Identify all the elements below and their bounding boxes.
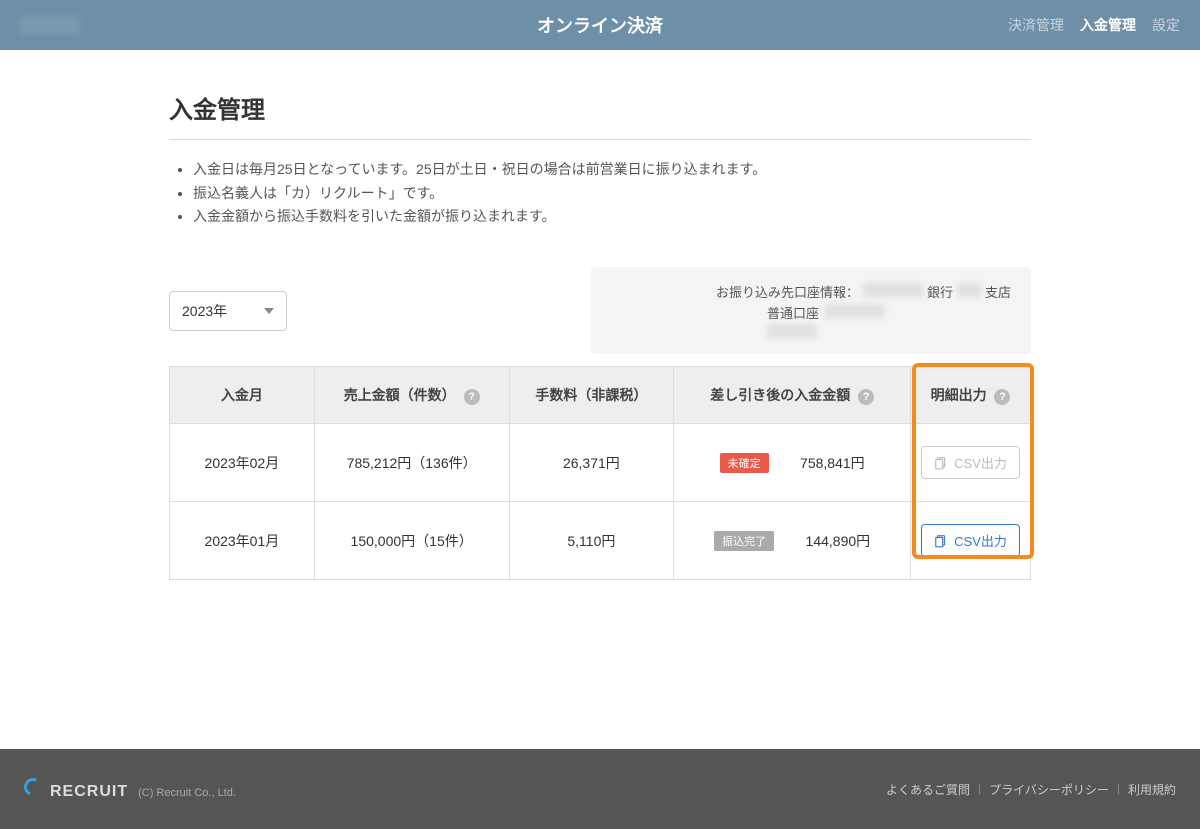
cell-month: 2023年02月 (170, 424, 315, 502)
csv-export-button[interactable]: CSV出力 (921, 524, 1020, 557)
net-amount: 144,890円 (790, 531, 870, 551)
net-amount: 758,841円 (785, 453, 865, 473)
status-badge: 振込完了 (714, 531, 774, 551)
cell-net: 振込完了 144,890円 (674, 502, 911, 580)
branch-suffix: 支店 (985, 283, 1011, 304)
deposit-table: 入金月 売上金額（件数） ? 手数料（非課税） 差し引き後の入金金額 ? 明細出… (169, 366, 1031, 580)
table-row: 2023年02月 785,212円（136件） 26,371円 未確定 758,… (170, 424, 1031, 502)
help-icon[interactable]: ? (464, 389, 480, 405)
cell-export: CSV出力 (911, 502, 1031, 580)
footer: RECRUIT (C) Recruit Co., Ltd. よくあるご質問 | … (0, 749, 1200, 829)
header-logo (20, 16, 80, 34)
account-number-redacted (825, 304, 885, 318)
note-item: 振込名義人は「カ）リクルート」です。 (193, 184, 1031, 204)
bank-info-box: お振り込み先口座情報： 銀行 支店 普通口座 (591, 267, 1031, 355)
header-nav: 決済管理 入金管理 設定 (1008, 15, 1180, 35)
nav-settings[interactable]: 設定 (1152, 15, 1180, 35)
recruit-arc-icon (21, 775, 44, 798)
nav-payment[interactable]: 決済管理 (1008, 15, 1064, 35)
document-icon (934, 456, 948, 470)
year-select-value: 2023年 (182, 301, 227, 321)
footer-links: よくあるご質問 | プライバシーポリシー | 利用規約 (886, 781, 1176, 798)
cell-fee: 26,371円 (509, 424, 674, 502)
bank-label: お振り込み先口座情報： (716, 283, 859, 304)
header-bar: オンライン決済 決済管理 入金管理 設定 (0, 0, 1200, 50)
footer-faq-link[interactable]: よくあるご質問 (886, 781, 970, 798)
col-export: 明細出力 ? (911, 367, 1031, 424)
help-icon[interactable]: ? (858, 389, 874, 405)
col-net: 差し引き後の入金金額 ? (674, 367, 911, 424)
footer-privacy-link[interactable]: プライバシーポリシー (989, 781, 1109, 798)
cell-sales: 150,000円（15件） (314, 502, 509, 580)
branch-name-redacted (957, 283, 981, 297)
document-icon (934, 534, 948, 548)
cell-fee: 5,110円 (509, 502, 674, 580)
notes-list: 入金日は毎月25日となっています。25日が土日・祝日の場合は前営業日に振り込まれ… (169, 160, 1031, 227)
status-badge: 未確定 (720, 453, 769, 473)
footer-copyright: (C) Recruit Co., Ltd. (138, 787, 236, 799)
note-item: 入金日は毎月25日となっています。25日が土日・祝日の場合は前営業日に振り込まれ… (193, 160, 1031, 180)
cell-month: 2023年01月 (170, 502, 315, 580)
col-month: 入金月 (170, 367, 315, 424)
account-holder-redacted (767, 324, 817, 338)
note-item: 入金金額から振込手数料を引いた金額が振り込まれます。 (193, 207, 1031, 227)
footer-logo: RECRUIT (C) Recruit Co., Ltd. (24, 778, 236, 801)
footer-terms-link[interactable]: 利用規約 (1128, 781, 1176, 798)
chevron-down-icon (264, 308, 274, 314)
col-sales: 売上金額（件数） ? (314, 367, 509, 424)
cell-export: CSV出力 (911, 424, 1031, 502)
help-icon[interactable]: ? (994, 389, 1010, 405)
cell-sales: 785,212円（136件） (314, 424, 509, 502)
page-title: 入金管理 (169, 90, 1031, 140)
col-fee: 手数料（非課税） (509, 367, 674, 424)
bank-suffix: 銀行 (927, 283, 953, 304)
table-row: 2023年01月 150,000円（15件） 5,110円 振込完了 144,8… (170, 502, 1031, 580)
csv-export-button: CSV出力 (921, 446, 1020, 479)
bank-name-redacted (863, 283, 923, 297)
cell-net: 未確定 758,841円 (674, 424, 911, 502)
account-type: 普通口座 (767, 304, 819, 325)
app-title: オンライン決済 (537, 12, 663, 38)
nav-deposit[interactable]: 入金管理 (1080, 15, 1136, 35)
footer-brand: RECRUIT (50, 783, 128, 801)
year-select[interactable]: 2023年 (169, 291, 287, 331)
